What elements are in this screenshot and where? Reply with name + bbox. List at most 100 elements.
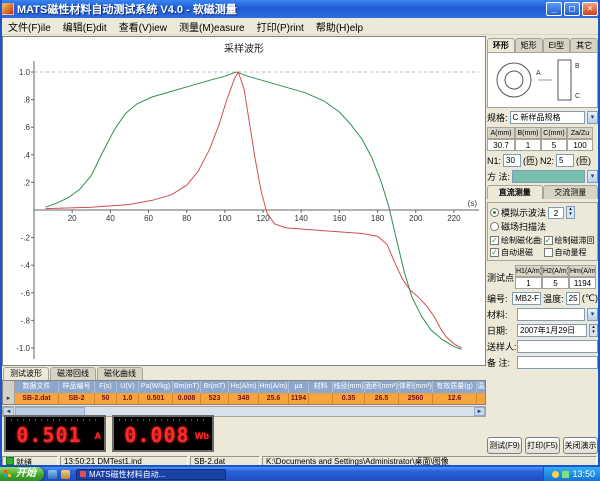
quick-launch-icon-1[interactable]: [48, 470, 57, 479]
cell-8[interactable]: 25.6: [259, 393, 289, 405]
cell-4[interactable]: 0.501: [139, 393, 173, 405]
shape-tab-3[interactable]: 其它: [570, 38, 598, 52]
action-button-1[interactable]: 打印(F5): [525, 437, 560, 454]
table-row[interactable]: ▸SB-2.datSB-2501.00.5010.00852334825.611…: [3, 393, 485, 405]
dims-value-2[interactable]: 5: [541, 139, 567, 151]
results-table: 数据文件样品编号F(s)U(V)Pa(W/kg)Bm(mT)Br(mT)Hc(A…: [2, 380, 486, 405]
steps-spinner[interactable]: ▴▾: [566, 206, 575, 219]
col-header-2[interactable]: F(s): [95, 381, 117, 393]
col-header-8[interactable]: Hm(A/m): [259, 381, 289, 393]
taskbar-task-button[interactable]: MATS磁性材料自动...: [76, 469, 226, 480]
tray-icon-1[interactable]: [552, 471, 559, 478]
status-segment-2: SB-2.dat: [190, 456, 260, 467]
cell-0[interactable]: SB-2.dat: [15, 393, 59, 405]
shape-tab-2[interactable]: EI型: [543, 38, 571, 52]
note-input[interactable]: [517, 356, 598, 369]
col-header-15[interactable]: 温度(℃): [477, 381, 486, 393]
close-button[interactable]: ×: [582, 2, 598, 16]
col-header-6[interactable]: Br(mT): [201, 381, 229, 393]
menu-item-4[interactable]: 打印(P)rint: [251, 18, 310, 35]
radio-0[interactable]: [490, 208, 499, 217]
checkbox-item-1: ✓绘制磁滞回线: [544, 235, 596, 246]
method-select[interactable]: [512, 170, 585, 183]
col-header-12[interactable]: 面积(mm²): [365, 381, 399, 393]
cell-2[interactable]: 50: [95, 393, 117, 405]
material-dropdown-arrow[interactable]: ▾: [587, 308, 598, 321]
cell-6[interactable]: 523: [201, 393, 229, 405]
cell-3[interactable]: 1.0: [117, 393, 139, 405]
cell-11[interactable]: 0.35: [333, 393, 365, 405]
date-spinner[interactable]: ▴▾: [589, 324, 598, 337]
col-header-5[interactable]: Bm(mT): [173, 381, 201, 393]
action-button-0[interactable]: 测试(F9): [487, 437, 522, 454]
dims-value-3[interactable]: 100: [567, 139, 593, 151]
tp-value-2[interactable]: 1194: [569, 277, 596, 289]
col-header-13[interactable]: 体积(mm³): [399, 381, 433, 393]
row-selector[interactable]: ▸: [3, 393, 15, 405]
steps-input[interactable]: 2: [548, 207, 564, 219]
view-tab-2[interactable]: 磁化曲线: [97, 367, 143, 380]
waveform-chart[interactable]: 1.0.8.6.4.2-.2-.4-.6-.8-1.02040608010012…: [4, 51, 483, 365]
col-header-9[interactable]: μa: [289, 381, 309, 393]
cell-7[interactable]: 348: [229, 393, 259, 405]
temp-input[interactable]: 25: [566, 292, 580, 305]
cell-14[interactable]: 12.6: [433, 393, 477, 405]
shape-tab-1[interactable]: 矩形: [515, 38, 543, 52]
menu-item-3[interactable]: 测量(M)easure: [173, 18, 251, 35]
n2-input[interactable]: 5: [556, 154, 574, 167]
radio-1[interactable]: [490, 222, 499, 231]
y-tick-label-5: -.2: [21, 234, 31, 243]
sample-id-input[interactable]: MB2-F: [512, 292, 541, 305]
y-tick-label-6: -.4: [21, 261, 31, 270]
col-header-4[interactable]: Pa(W/kg): [139, 381, 173, 393]
col-header-11[interactable]: 线径(mm): [333, 381, 365, 393]
cell-15[interactable]: 25: [477, 393, 486, 405]
method-dropdown-arrow[interactable]: ▾: [587, 170, 598, 183]
tp-value-1[interactable]: 5: [542, 277, 569, 289]
menu-item-2[interactable]: 查看(V)iew: [113, 18, 173, 35]
maximize-button[interactable]: □: [564, 2, 580, 16]
menu-item-5[interactable]: 帮助(H)elp: [310, 18, 369, 35]
col-header-1[interactable]: 样品编号: [59, 381, 95, 393]
cell-12[interactable]: 26.5: [365, 393, 399, 405]
measure-tab-0[interactable]: 直流测量: [487, 185, 543, 199]
checkbox-1[interactable]: ✓: [544, 236, 553, 245]
dims-value-1[interactable]: 1: [515, 139, 541, 151]
quick-launch-icon-2[interactable]: [61, 470, 70, 479]
cell-5[interactable]: 0.008: [173, 393, 201, 405]
spec-dropdown-arrow[interactable]: ▾: [587, 111, 598, 124]
menu-item-0[interactable]: 文件(F)ile: [2, 18, 57, 35]
measure-tab-1[interactable]: 交流测量: [543, 185, 599, 199]
action-button-2[interactable]: 关闭演示: [563, 437, 598, 454]
sender-input[interactable]: [517, 340, 598, 353]
cell-10[interactable]: [309, 393, 333, 405]
scroll-right-arrow[interactable]: ►: [474, 407, 485, 416]
checkbox-0[interactable]: ✓: [490, 236, 499, 245]
tp-value-0[interactable]: 1: [515, 277, 542, 289]
minimize-button[interactable]: _: [546, 2, 562, 16]
checkbox-3[interactable]: [544, 248, 553, 257]
dims-value-0[interactable]: 30.7: [487, 139, 515, 151]
cell-13[interactable]: 2560: [399, 393, 433, 405]
start-button[interactable]: 开始: [0, 467, 44, 481]
tray-icon-2[interactable]: [562, 471, 569, 478]
cell-1[interactable]: SB-2: [59, 393, 95, 405]
spec-select[interactable]: C 新样品规格: [510, 111, 585, 124]
date-input[interactable]: 2007年1月29日: [517, 324, 587, 337]
window-title: MATS磁性材料自动测试系统 V4.0 - 软磁测量: [17, 1, 544, 17]
cell-9[interactable]: 1194: [289, 393, 309, 405]
col-header-0[interactable]: 数据文件: [15, 381, 59, 393]
shape-tab-0[interactable]: 环形: [487, 38, 515, 52]
col-header-14[interactable]: 有效质量(g): [433, 381, 477, 393]
checkbox-label-2: 自动退磁: [501, 247, 533, 258]
menu-item-1[interactable]: 编辑(E)dit: [57, 18, 113, 35]
col-header-10[interactable]: 材料: [309, 381, 333, 393]
material-select[interactable]: [517, 308, 585, 321]
view-tab-1[interactable]: 磁滞回线: [50, 367, 96, 380]
n1-input[interactable]: 30: [503, 154, 521, 167]
view-tab-0[interactable]: 测试波形: [3, 367, 49, 380]
checkbox-2[interactable]: ✓: [490, 248, 499, 257]
col-header-7[interactable]: Hc(A/m): [229, 381, 259, 393]
turns-row: N1: 30 (匝) N2: 5 (匝): [487, 154, 598, 167]
col-header-3[interactable]: U(V): [117, 381, 139, 393]
